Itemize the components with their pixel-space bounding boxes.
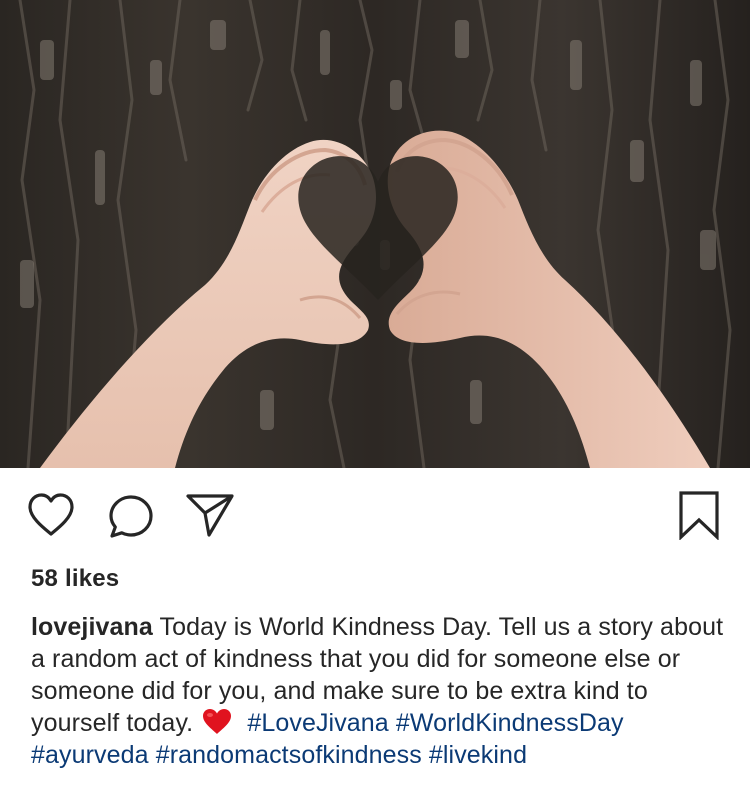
hashtag-link[interactable]: #ayurveda	[31, 741, 149, 769]
caption-username[interactable]: lovejivana	[31, 613, 153, 641]
hashtag-link[interactable]: #LoveJivana	[247, 709, 388, 737]
post-caption: lovejivana Today is World Kindness Day. …	[31, 611, 731, 771]
post-action-bar	[0, 468, 750, 564]
heart-outline-icon	[28, 493, 74, 536]
bookmark-icon	[679, 491, 719, 540]
like-button[interactable]	[24, 488, 78, 542]
save-button[interactable]	[672, 488, 726, 542]
share-button[interactable]	[183, 488, 237, 542]
hashtag-link[interactable]: #randomactsofkindness	[156, 741, 422, 769]
comment-button[interactable]	[104, 490, 158, 544]
hashtag-link[interactable]: #WorldKindnessDay	[396, 709, 624, 737]
post-image[interactable]	[0, 0, 750, 468]
tree-bark-hands-heart-illustration	[0, 0, 750, 468]
likes-count[interactable]: 58 likes	[31, 563, 119, 595]
comment-bubble-icon	[109, 495, 153, 538]
hashtag-link[interactable]: #livekind	[429, 741, 527, 769]
paper-plane-icon	[186, 494, 234, 537]
heart-emoji-icon	[203, 709, 232, 734]
